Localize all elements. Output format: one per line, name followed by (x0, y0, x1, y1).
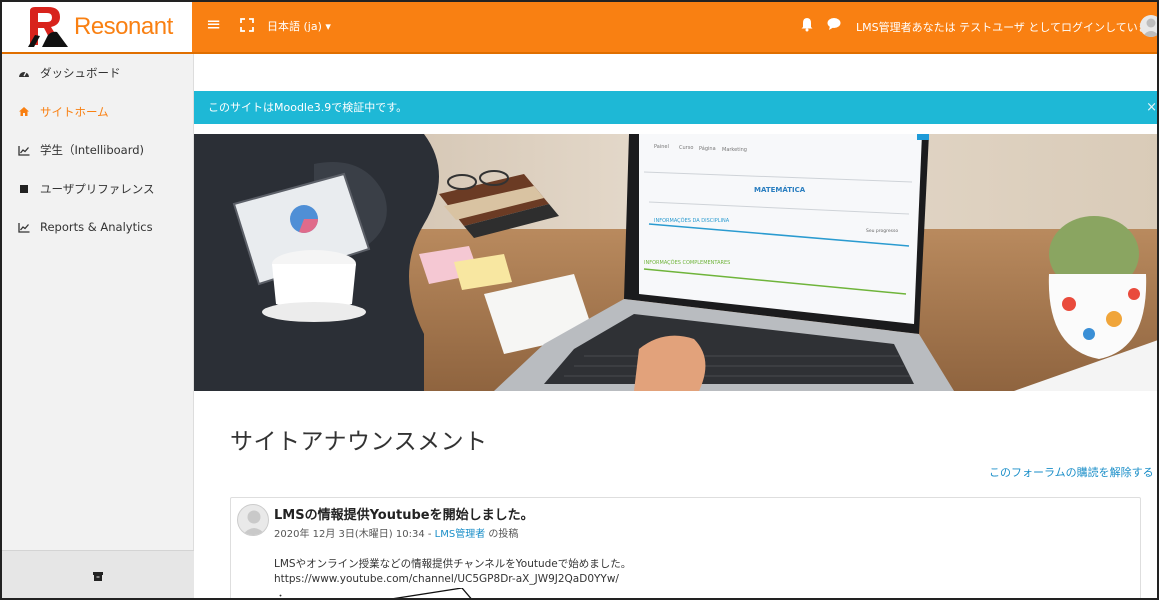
logged-in-user-text[interactable]: LMS管理者あなたは テストユーザ としてログインしています (856, 19, 1157, 35)
sidebar-item-intelliboard[interactable]: 学生（Intelliboard) (2, 131, 193, 170)
callout-pointer (393, 588, 472, 598)
alert-text: このサイトはMoodle3.9で検証中です。 (208, 101, 408, 114)
fullscreen-icon[interactable] (236, 14, 258, 36)
hero-image: Painel Curso Página Marketing MATEMÁTICA… (194, 134, 1157, 391)
sidebar-item-label: 学生（Intelliboard) (40, 143, 145, 158)
home-icon (18, 106, 30, 118)
hero-screen-progress: Seu progresso (866, 228, 898, 234)
hero-screen-tab: Marketing (722, 147, 747, 153)
archive-icon[interactable] (93, 572, 103, 581)
avatar[interactable] (237, 504, 269, 536)
close-icon[interactable]: × (1146, 91, 1157, 124)
brand-name: Resonant (74, 13, 173, 40)
unsubscribe-link[interactable]: このフォーラムの購読を解除する (989, 464, 1154, 480)
hero-screen-tab: Painel (654, 144, 669, 150)
brand-logo[interactable]: Resonant (2, 2, 192, 52)
sidebar-footer (2, 550, 194, 598)
hero-screen-heading: MATEMÁTICA (754, 185, 806, 194)
sidebar-item-site-home[interactable]: サイトホーム (2, 93, 193, 132)
post-author-link[interactable]: LMS管理者 (435, 529, 486, 540)
hero-screen-tab: Curso (679, 145, 693, 151)
post-body-link[interactable]: https://www.youtube.com/channel/UC5GP8Dr… (274, 572, 631, 587)
hamburger-icon[interactable]: ≡ (206, 15, 221, 35)
post-bullet: ・ (276, 592, 286, 600)
chat-icon[interactable] (826, 16, 844, 34)
sidebar-item-dashboard[interactable]: ダッシュボード (2, 54, 193, 93)
resonant-logo-icon (28, 7, 68, 47)
hero-screen-tab: Página (699, 145, 716, 152)
dashboard-icon (18, 67, 30, 79)
line-chart-icon (18, 144, 30, 156)
forum-post: LMSの情報提供Youtubeを開始しました。 2020年 12月 3日(木曜日… (230, 497, 1141, 600)
sidebar-item-label: サイトホーム (40, 104, 109, 119)
page-title: サイトアナウンスメント (230, 429, 488, 455)
language-menu[interactable]: 日本語 (ja) ▾ (267, 18, 331, 34)
post-title[interactable]: LMSの情報提供Youtubeを開始しました。 (274, 504, 534, 523)
page-frame: Resonant ≡ 日本語 (ja) ▾ LMS管理者あなたは テストユーザ … (0, 0, 1159, 600)
sidebar-item-label: ユーザプリファレンス (40, 181, 155, 196)
sidebar-item-label: ダッシュボード (40, 66, 121, 81)
post-meta: 2020年 12月 3日(木曜日) 10:34 - LMS管理者 の投稿 (274, 525, 518, 540)
user-avatar[interactable] (1140, 15, 1157, 37)
line-chart-icon (18, 221, 30, 233)
bell-icon[interactable] (799, 16, 817, 34)
hero-screen-section2: INFORMAÇÕES COMPLEMENTARES (644, 259, 730, 266)
hero-screen-section1: INFORMAÇÕES DA DISCIPLINA (654, 217, 730, 224)
left-sidebar: ダッシュボード サイトホーム 学生（Intelliboard) ユーザプリファレ… (2, 54, 194, 598)
post-meta-suffix: の投稿 (485, 529, 519, 540)
square-bullet-icon (18, 183, 30, 195)
post-body: LMSやオンライン授業などの情報提供チャンネルをYoutudeで始めました。 h… (274, 557, 631, 587)
info-alert: このサイトはMoodle3.9で検証中です。 × (194, 91, 1157, 124)
sidebar-item-label: Reports & Analytics (40, 220, 153, 235)
sidebar-item-user-preferences[interactable]: ユーザプリファレンス (2, 170, 193, 209)
top-navbar: Resonant ≡ 日本語 (ja) ▾ LMS管理者あなたは テストユーザ … (2, 2, 1157, 54)
post-body-line: LMSやオンライン授業などの情報提供チャンネルをYoutudeで始めました。 (274, 558, 632, 570)
post-date: 2020年 12月 3日(木曜日) 10:34 - (274, 529, 435, 540)
sidebar-item-reports-analytics[interactable]: Reports & Analytics (2, 208, 193, 247)
